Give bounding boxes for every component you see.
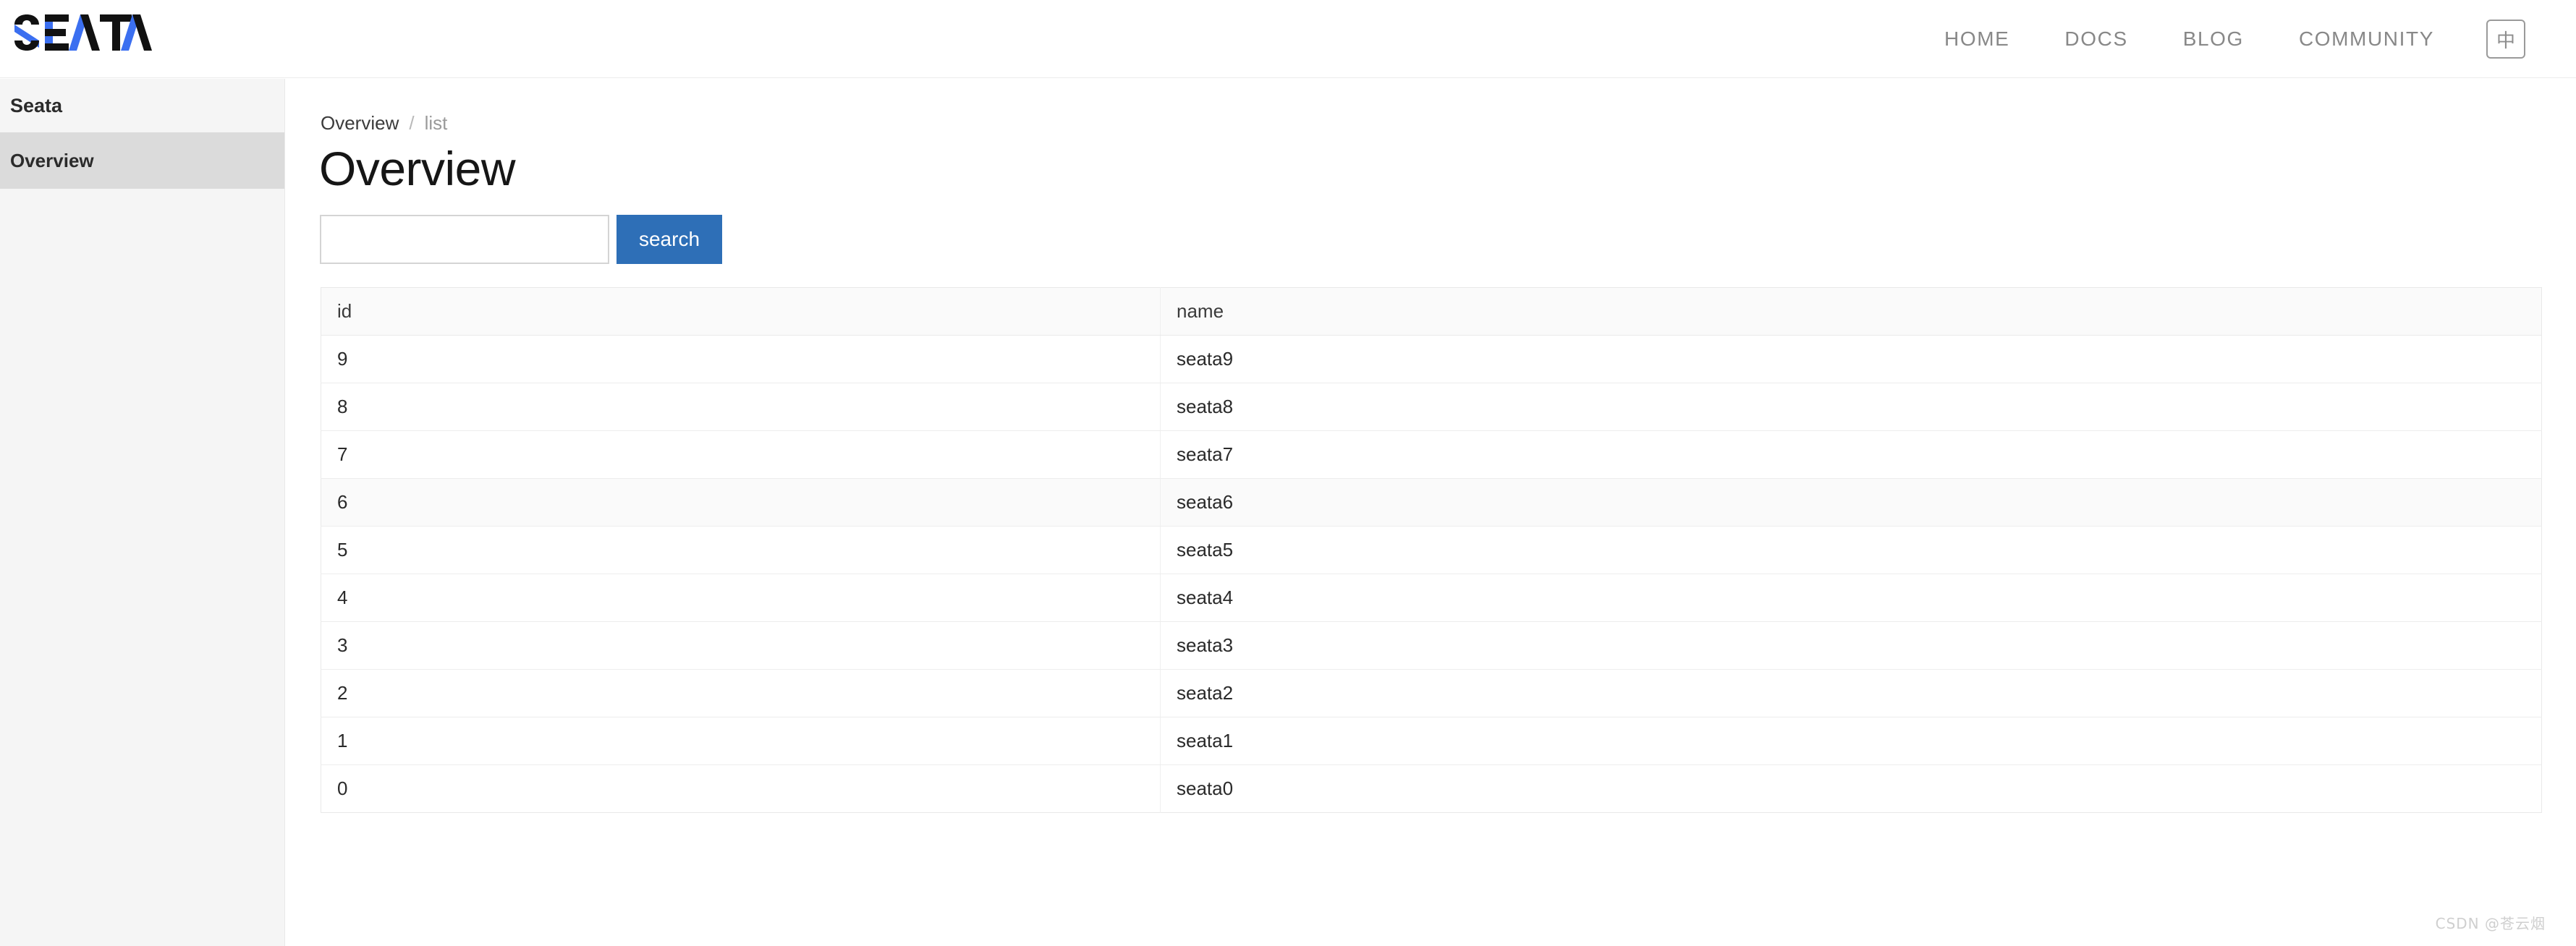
table-cell-id: 3 xyxy=(321,621,1161,670)
table-row[interactable]: 1 seata1 xyxy=(321,717,2542,765)
table-row[interactable]: 4 seata4 xyxy=(321,574,2542,622)
table-row[interactable]: 0 seata0 xyxy=(321,764,2542,813)
table-cell-name: seata8 xyxy=(1160,383,2542,431)
sidebar: Seata Overview xyxy=(0,79,285,946)
table-cell-id: 0 xyxy=(321,764,1161,813)
column-header-name[interactable]: name xyxy=(1160,287,2542,336)
overview-table: id name 9 seata9 8 seata8 7 seata7 6 seata6 5 sea… xyxy=(321,287,2542,813)
page-title: Overview xyxy=(319,142,516,195)
nav-item-blog[interactable]: BLOG xyxy=(2156,27,2271,51)
nav-item-community[interactable]: COMMUNITY xyxy=(2271,27,2462,51)
table-cell-name: seata2 xyxy=(1160,669,2542,717)
sidebar-item-overview[interactable]: Overview xyxy=(0,132,284,189)
breadcrumb-separator: / xyxy=(409,112,415,134)
breadcrumb-leaf: list xyxy=(424,112,448,134)
breadcrumb: Overview / list xyxy=(321,112,447,135)
main-navigation: HOME DOCS BLOG COMMUNITY 中 xyxy=(1917,0,2525,78)
table-cell-id: 2 xyxy=(321,669,1161,717)
table-row[interactable]: 3 seata3 xyxy=(321,621,2542,670)
column-header-id[interactable]: id xyxy=(321,287,1161,336)
search-input[interactable] xyxy=(320,215,609,264)
table-cell-name: seata3 xyxy=(1160,621,2542,670)
table-cell-name: seata1 xyxy=(1160,717,2542,765)
nav-item-home[interactable]: HOME xyxy=(1917,27,2037,51)
table-cell-name: seata6 xyxy=(1160,478,2542,527)
table-cell-id: 5 xyxy=(321,526,1161,574)
table-cell-name: seata5 xyxy=(1160,526,2542,574)
overview-table-container: id name 9 seata9 8 seata8 7 seata7 6 seata6 5 sea… xyxy=(321,287,2542,813)
table-cell-id: 8 xyxy=(321,383,1161,431)
table-body: 9 seata9 8 seata8 7 seata7 6 seata6 5 seata5 4 seat… xyxy=(321,335,2542,813)
table-header-row: id name xyxy=(321,287,2542,336)
seata-logo[interactable] xyxy=(10,12,155,54)
table-row[interactable]: 7 seata7 xyxy=(321,430,2542,479)
language-toggle-button[interactable]: 中 xyxy=(2486,20,2525,59)
table-row[interactable]: 5 seata5 xyxy=(321,526,2542,574)
table-row[interactable]: 6 seata6 xyxy=(321,478,2542,527)
table-cell-id: 1 xyxy=(321,717,1161,765)
watermark: CSDN @苍云烟 xyxy=(2435,915,2546,932)
main-content: Overview / list Overview search id name … xyxy=(286,79,2576,946)
table-cell-name: seata9 xyxy=(1160,335,2542,383)
table-cell-id: 6 xyxy=(321,478,1161,527)
nav-item-docs[interactable]: DOCS xyxy=(2037,27,2155,51)
table-cell-name: seata0 xyxy=(1160,764,2542,813)
table-header: id name xyxy=(321,287,2542,336)
search-button[interactable]: search xyxy=(617,215,722,264)
site-header: HOME DOCS BLOG COMMUNITY 中 xyxy=(0,0,2576,78)
sidebar-title: Seata xyxy=(0,79,284,132)
table-cell-id: 9 xyxy=(321,335,1161,383)
table-cell-name: seata4 xyxy=(1160,574,2542,622)
sidebar-item-label: Overview xyxy=(10,149,94,171)
breadcrumb-root[interactable]: Overview xyxy=(321,112,399,135)
seata-logo-icon xyxy=(14,14,152,51)
table-row[interactable]: 8 seata8 xyxy=(321,383,2542,431)
table-row[interactable]: 9 seata9 xyxy=(321,335,2542,383)
table-cell-name: seata7 xyxy=(1160,430,2542,479)
table-row[interactable]: 2 seata2 xyxy=(321,669,2542,717)
table-cell-id: 4 xyxy=(321,574,1161,622)
search-row: search xyxy=(320,215,722,264)
table-cell-id: 7 xyxy=(321,430,1161,479)
